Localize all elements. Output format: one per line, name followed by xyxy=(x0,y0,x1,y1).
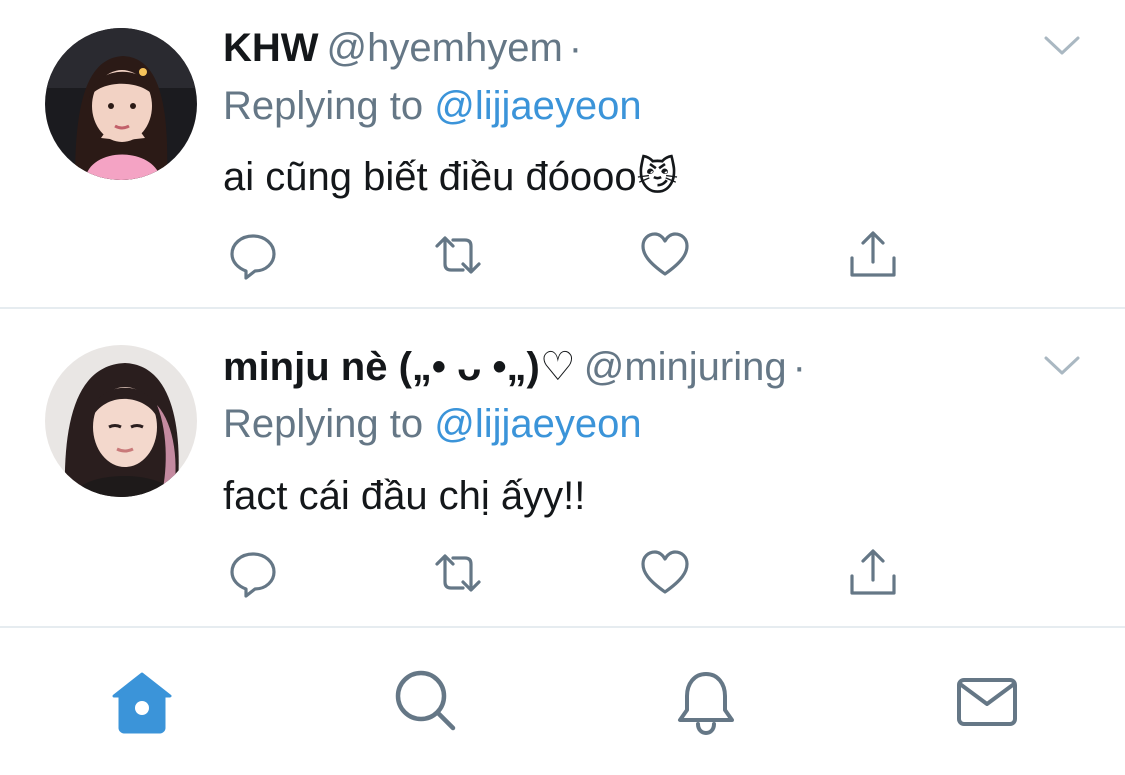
bottom-tab-bar xyxy=(0,628,1125,775)
tweet-text: fact cái đầu chị ấyy!! xyxy=(223,474,586,518)
user-handle[interactable]: @hyemhyem xyxy=(327,26,563,70)
reply-icon[interactable] xyxy=(226,228,280,282)
tweet[interactable]: minju nè („• ᴗ •„)♡ @minjuring · Replying … xyxy=(0,310,1125,627)
user-handle[interactable]: @minjuring xyxy=(584,345,787,389)
tweet[interactable]: KHW @hyemhyem · Replying to @lijjaeyeon ai… xyxy=(0,0,1125,308)
divider xyxy=(0,307,1125,309)
reply-icon[interactable] xyxy=(226,546,280,600)
avatar[interactable] xyxy=(45,345,197,497)
replying-to-line: Replying to @lijjaeyeon xyxy=(223,400,642,448)
mention-link[interactable]: @lijjaeyeon xyxy=(434,402,641,446)
twitter-replies-screen: KHW @hyemhyem · Replying to @lijjaeyeon ai… xyxy=(0,0,1125,775)
avatar[interactable] xyxy=(45,28,197,180)
chevron-down-icon[interactable] xyxy=(1042,34,1082,58)
replying-to-label: Replying to xyxy=(223,84,424,128)
mention-link[interactable]: @lijjaeyeon xyxy=(434,84,641,128)
separator-dot: · xyxy=(792,345,806,389)
like-icon[interactable] xyxy=(638,546,692,600)
search-icon[interactable] xyxy=(389,666,461,738)
tweet-header: minju nè („• ᴗ •„)♡ @minjuring · xyxy=(223,343,806,391)
replying-to-label: Replying to xyxy=(223,402,424,446)
like-icon[interactable] xyxy=(638,228,692,282)
replying-to-line: Replying to @lijjaeyeon xyxy=(223,82,642,130)
separator-dot: · xyxy=(568,26,583,70)
retweet-icon[interactable] xyxy=(431,228,485,282)
display-name[interactable]: KHW xyxy=(223,26,319,70)
display-name[interactable]: minju nè („• ᴗ •„)♡ xyxy=(223,345,576,389)
notifications-icon[interactable] xyxy=(670,666,742,738)
home-icon[interactable] xyxy=(106,666,178,738)
chevron-down-icon[interactable] xyxy=(1042,354,1082,378)
retweet-icon[interactable] xyxy=(431,546,485,600)
messages-icon[interactable] xyxy=(951,666,1023,738)
share-icon[interactable] xyxy=(846,546,900,600)
tweet-header: KHW @hyemhyem · xyxy=(223,24,582,72)
share-icon[interactable] xyxy=(846,228,900,282)
tweet-text: ai cũng biết điều đóooo😼 xyxy=(223,155,679,199)
